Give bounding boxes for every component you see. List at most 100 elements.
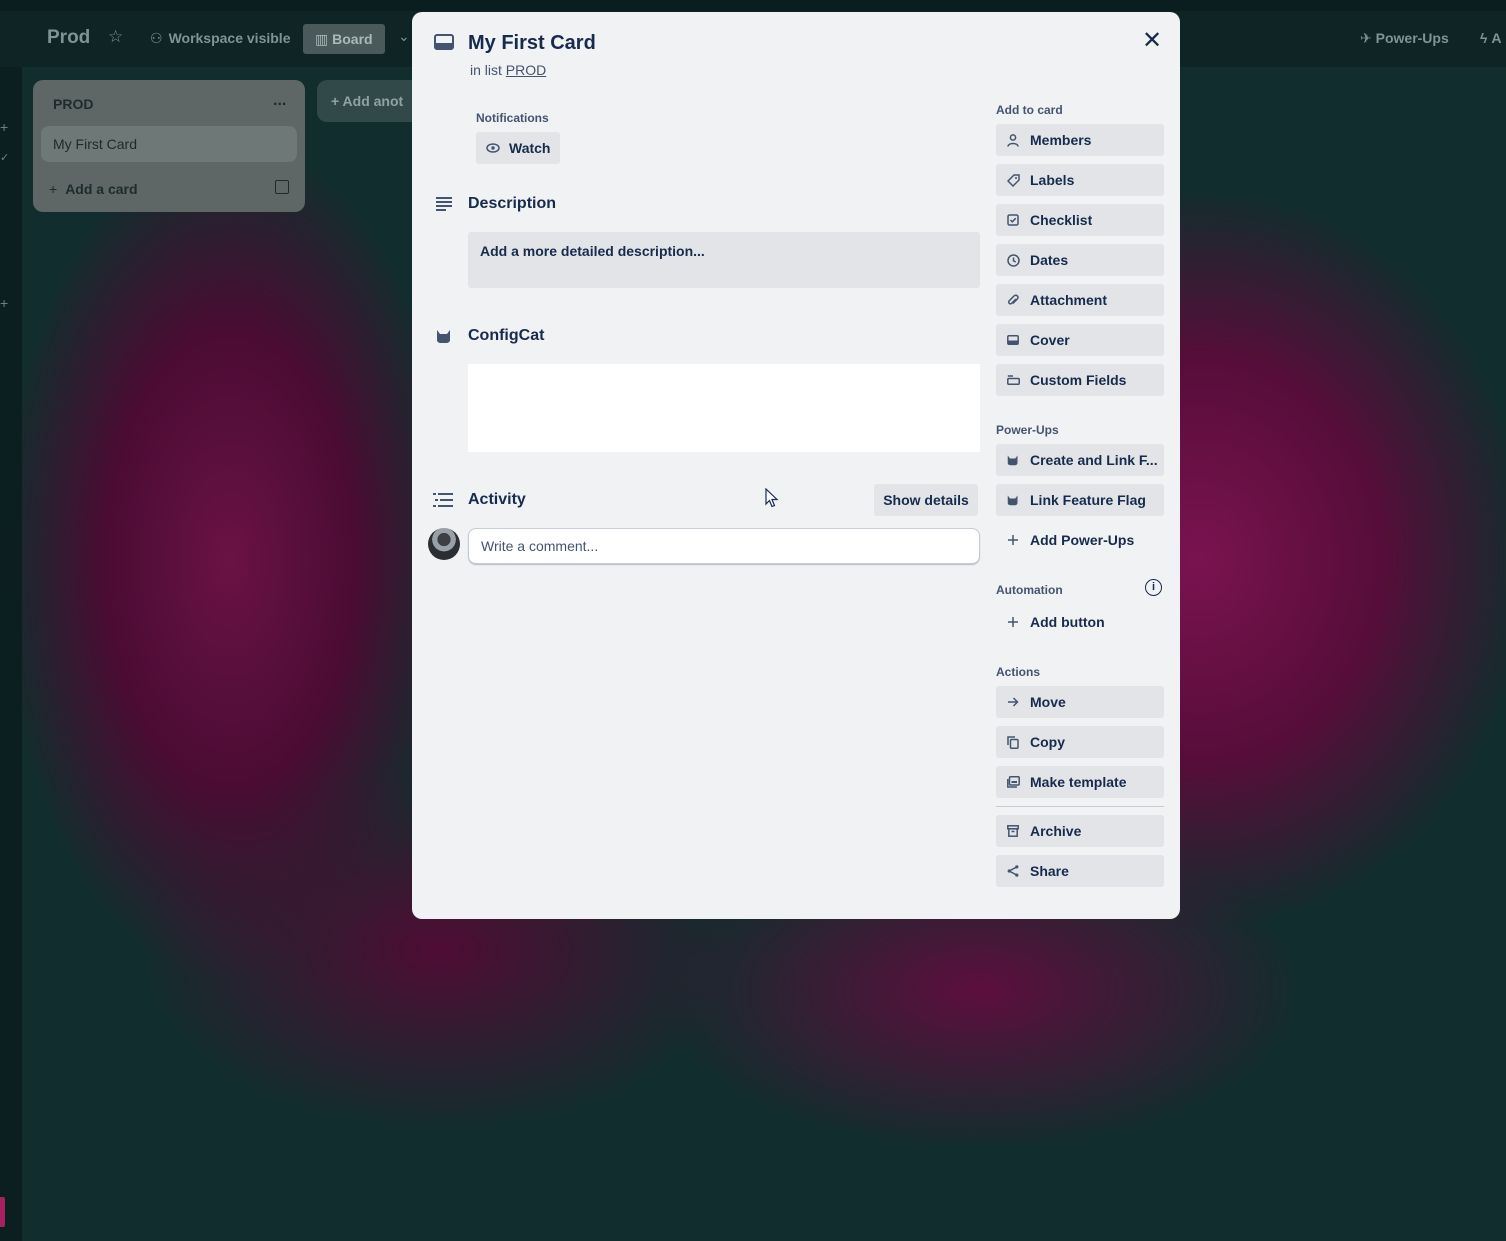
move-label: Move [1030,694,1066,710]
cover-icon [1006,333,1020,347]
clock-icon [1006,253,1020,267]
add-button-button[interactable]: Add button [996,606,1164,638]
checkbox-icon [1006,213,1020,227]
arrow-right-icon [1006,695,1020,709]
powerups-label: Power-Ups [996,423,1059,437]
members-button[interactable]: Members [996,124,1164,156]
configcat-heading: ConfigCat [468,327,545,344]
eye-icon [486,143,500,153]
copy-icon [1006,735,1020,749]
automation-header-label: A [1491,30,1502,46]
custom-fields-icon [1006,373,1020,387]
archive-label: Archive [1030,823,1082,839]
attachment-button[interactable]: Attachment [996,284,1164,316]
avatar[interactable] [428,528,460,560]
chevron-down-icon[interactable]: ⌄ [398,28,410,45]
actions-divider [996,806,1164,807]
attachment-label: Attachment [1030,292,1108,308]
move-button[interactable]: Move [996,686,1164,718]
plus-icon [1006,533,1020,547]
board-view-label: Board [332,31,373,47]
info-icon[interactable]: i [1145,579,1162,596]
share-icon [1006,864,1020,878]
add-card-label: Add a card [65,181,138,197]
tag-icon [1006,173,1020,187]
labels-label: Labels [1030,172,1075,188]
copy-button[interactable]: Copy [996,726,1164,758]
workspace-sidebar: + ✓ + [0,67,22,1241]
workspace-visibility-button[interactable]: ⚇ Workspace visible [150,30,290,47]
plus-icon [1006,615,1020,629]
list-card[interactable]: My First Card [41,126,297,162]
board-view-button[interactable]: ▥ Board [303,24,385,54]
share-button[interactable]: Share [996,855,1164,887]
link-feature-flag-button[interactable]: Link Feature Flag [996,484,1164,516]
card-icon [434,34,454,50]
make-template-button[interactable]: Make template [996,766,1164,798]
create-and-link-flag-label: Create and Link F... [1030,452,1158,468]
top-navigation-bar [0,0,1506,11]
cover-button[interactable]: Cover [996,324,1164,356]
chevron-down-icon[interactable]: ✓ [0,151,9,164]
dates-label: Dates [1030,252,1069,268]
automation-header-button[interactable]: ϟ A [1480,30,1501,46]
actions-label: Actions [996,665,1041,679]
custom-fields-button[interactable]: Custom Fields [996,364,1164,396]
mouse-cursor-icon [765,488,779,508]
template-icon [1006,775,1020,789]
activity-icon [432,489,454,511]
configcat-icon [1006,453,1020,467]
card-list-location: in list PROD [470,62,546,78]
paperclip-icon [1006,293,1020,307]
add-another-list-label: Add anot [342,93,404,109]
comment-input[interactable] [468,528,980,564]
watch-label: Watch [509,140,551,156]
active-board-indicator [0,1197,5,1227]
list-menu-icon[interactable]: ... [273,92,286,110]
checklist-label: Checklist [1030,212,1093,228]
card-template-icon[interactable] [275,180,289,194]
close-icon[interactable]: ✕ [1138,28,1166,56]
powerups-header-label: Power-Ups [1375,30,1449,46]
activity-heading: Activity [468,491,526,508]
description-heading: Description [468,195,557,212]
configcat-icon [433,325,455,347]
copy-label: Copy [1030,734,1065,750]
board-title[interactable]: Prod [47,27,90,49]
automation-label: Automation [996,583,1063,597]
list-link[interactable]: PROD [506,62,546,78]
in-list-prefix: in list [470,62,502,78]
archive-button[interactable]: Archive [996,815,1164,847]
add-powerups-button[interactable]: Add Power-Ups [996,524,1164,556]
add-powerups-label: Add Power-Ups [1030,532,1135,548]
card-title[interactable]: My First Card [468,32,596,55]
archive-icon [1006,824,1020,838]
list-title[interactable]: PROD [53,96,93,112]
rocket-icon: ✈ [1360,30,1376,46]
plus-icon[interactable]: + [0,295,8,311]
people-icon: ⚇ [150,30,163,46]
checklist-button[interactable]: Checklist [996,204,1164,236]
members-label: Members [1030,132,1092,148]
custom-fields-label: Custom Fields [1030,372,1127,388]
notifications-label: Notifications [476,111,549,125]
labels-button[interactable]: Labels [996,164,1164,196]
description-editor[interactable]: Add a more detailed description... [468,232,980,288]
plus-icon[interactable]: + [0,119,8,135]
powerups-header-button[interactable]: ✈ Power-Ups [1360,30,1449,47]
card-detail-modal: My First Card in list PROD ✕ Notificatio… [412,12,1180,919]
configcat-icon [1006,493,1020,507]
dates-button[interactable]: Dates [996,244,1164,276]
plus-icon: + [49,181,58,197]
configcat-panel[interactable] [468,364,980,452]
show-details-button[interactable]: Show details [874,484,978,516]
link-feature-flag-label: Link Feature Flag [1030,492,1146,508]
person-icon [1006,133,1020,147]
watch-button[interactable]: Watch [476,132,560,164]
cover-label: Cover [1030,332,1070,348]
board-list: PROD ... My First Card + Add a card [33,80,305,212]
board-view-icon: ▥ [315,31,333,47]
add-card-button[interactable]: + Add a card [49,181,138,197]
create-and-link-flag-button[interactable]: Create and Link F... [996,444,1164,476]
star-icon[interactable]: ☆ [108,27,123,47]
